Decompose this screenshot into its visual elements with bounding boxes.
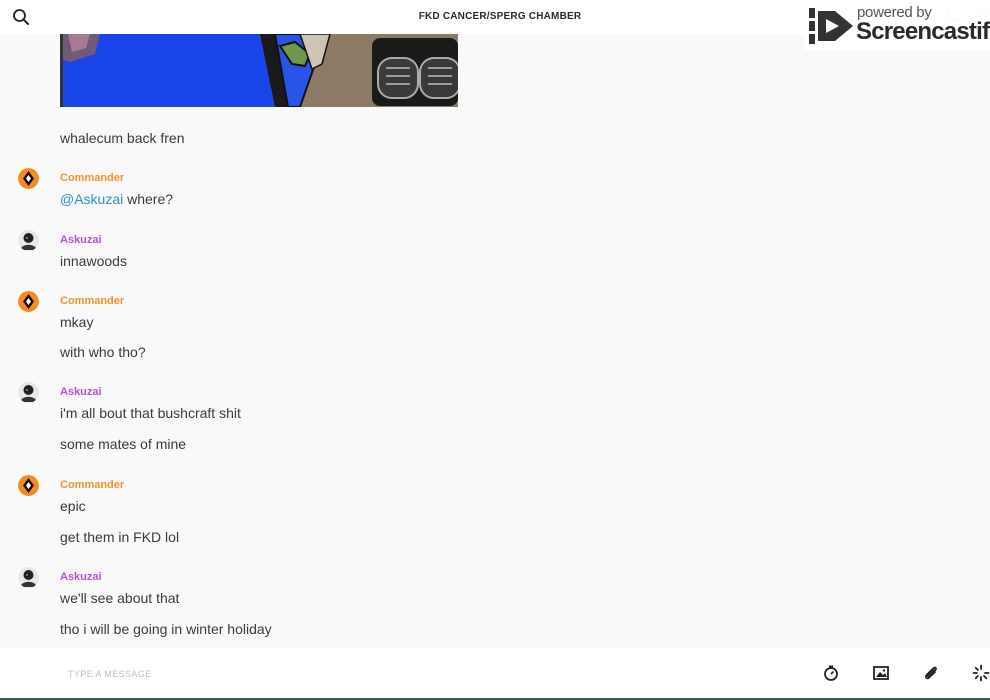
sparkle-icon[interactable] <box>972 664 990 682</box>
message-text: mkay <box>60 314 94 330</box>
message-list: whalecum back fren Commander @Askuzai wh… <box>0 34 990 648</box>
message-text: we'll see about that <box>60 590 180 606</box>
timer-icon[interactable] <box>822 664 840 682</box>
message-composer <box>0 648 990 698</box>
avatar[interactable] <box>18 475 39 496</box>
screencastify-watermark: powered by Screencastify <box>804 0 990 50</box>
avatar[interactable] <box>18 168 39 189</box>
message-text: epic <box>60 498 86 514</box>
message-author[interactable]: Askuzai <box>60 571 102 583</box>
message-author[interactable]: Commander <box>60 172 124 184</box>
message-author[interactable]: Commander <box>60 295 124 307</box>
message-author[interactable]: Askuzai <box>60 234 102 246</box>
message-text: i'm all bout that bushcraft shit <box>60 405 241 421</box>
watermark-brand: Screencastify <box>856 18 990 45</box>
avatar[interactable] <box>18 230 39 251</box>
avatar[interactable] <box>18 291 39 312</box>
message-author[interactable]: Commander <box>60 479 124 491</box>
avatar[interactable] <box>18 382 39 403</box>
user-mention[interactable]: @Askuzai <box>60 191 123 207</box>
message-text: get them in FKD lol <box>60 529 180 545</box>
message-text: some mates of mine <box>60 436 187 452</box>
message-text: whalecum back fren <box>60 130 185 146</box>
screencastify-logo-icon <box>809 8 853 44</box>
message-text: tho i will be going in winter holiday <box>60 621 272 637</box>
message-text: @Askuzai where? <box>60 191 173 207</box>
message-text-part: where? <box>123 191 174 207</box>
message-text: with who tho? <box>60 344 146 360</box>
image-icon[interactable] <box>872 664 890 682</box>
avatar[interactable] <box>18 567 39 588</box>
message-input[interactable] <box>66 664 570 684</box>
shared-image[interactable] <box>60 34 458 107</box>
paperclip-icon[interactable] <box>922 664 940 682</box>
message-author[interactable]: Askuzai <box>60 386 102 398</box>
message-text: innawoods <box>60 253 127 269</box>
